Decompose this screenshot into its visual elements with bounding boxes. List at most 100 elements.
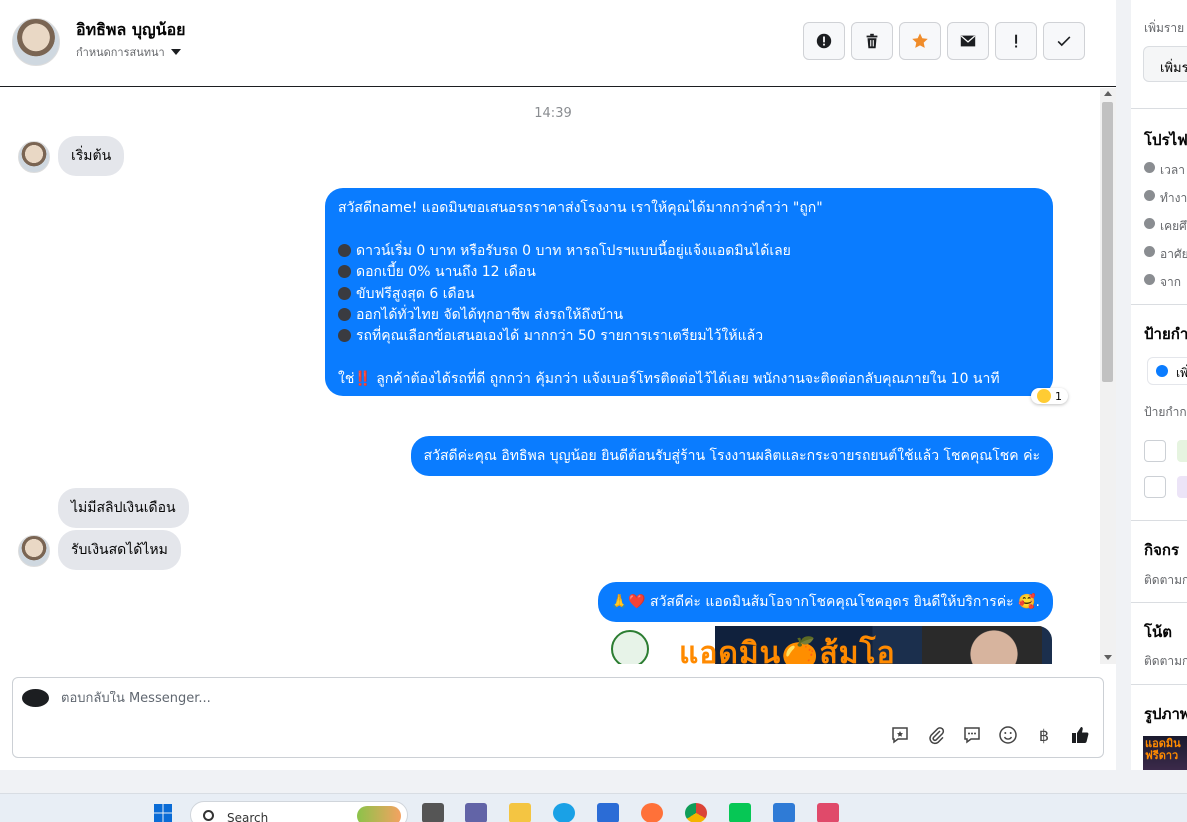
star-button[interactable] bbox=[899, 22, 941, 60]
alert-circle-icon bbox=[816, 33, 832, 49]
caret-down-icon bbox=[170, 49, 181, 55]
outgoing-welcome-message[interactable]: สวัสดีค่ะคุณ อิทธิพล บุญน้อย ยินดีต้อนรั… bbox=[410, 436, 1053, 476]
file-explorer-icon[interactable] bbox=[509, 803, 531, 822]
photo-thumbnail[interactable]: แอดมิน ฟรีดาว bbox=[1143, 736, 1187, 770]
saved-reply-icon bbox=[892, 727, 908, 744]
laughing-emoji-icon bbox=[1037, 389, 1051, 403]
incoming-message[interactable]: ไม่มีสลิปเงินเดือน bbox=[58, 488, 189, 528]
incoming-message[interactable]: รับเงินสดได้ไหม bbox=[58, 530, 181, 570]
chat-bubble-icon bbox=[964, 727, 980, 744]
outgoing-admin-message[interactable]: 🙏❤️ สวัสดีค่ะ แอดมินส้มโอจากโชคคุณโชคอุด… bbox=[597, 582, 1053, 622]
incoming-message[interactable]: เริ่มต้น bbox=[58, 136, 125, 176]
promo-line-closing: ใช่‼️ ลูกค้าต้องได้รถที่ดี ถูกกว่า คุ้มก… bbox=[338, 371, 1000, 388]
store-icon[interactable] bbox=[597, 803, 619, 822]
promo-bullet: รถที่คุณเลือกข้อเสนอเองได้ มากกว่า 50 รา… bbox=[338, 326, 1040, 347]
conversation-header: อิทธิพล บุญน้อย กำหนดการสนทนา bbox=[0, 0, 1116, 87]
notepad-icon[interactable] bbox=[773, 803, 795, 822]
scroll-down-arrow-icon[interactable] bbox=[1104, 655, 1112, 660]
chrome-icon[interactable] bbox=[685, 803, 707, 822]
activities-heading: กิจกร bbox=[1144, 541, 1180, 559]
emoji-button[interactable] bbox=[997, 724, 1019, 746]
photos-heading: รูปภาพ bbox=[1144, 705, 1187, 723]
profile-row: อาศัย bbox=[1160, 247, 1187, 261]
smiling-hearts-emoji-icon: 🥰. bbox=[1018, 594, 1040, 610]
edge-icon[interactable] bbox=[553, 803, 575, 822]
conversation-schedule-dropdown[interactable]: กำหนดการสนทนา bbox=[76, 43, 181, 61]
contact-avatar-small[interactable] bbox=[18, 141, 50, 173]
label-chip[interactable] bbox=[1177, 476, 1187, 498]
emoji-icon bbox=[999, 726, 1017, 744]
photo-thumbnail-text: แอดมิน ฟรีดาว bbox=[1145, 737, 1181, 762]
message-list[interactable]: 14:39 เริ่มต้น สวัสดีname! แอดมินขอเสนอร… bbox=[0, 88, 1100, 664]
done-button[interactable] bbox=[1043, 22, 1085, 60]
labels-subtext: ป้ายกำก bbox=[1144, 405, 1187, 419]
snipping-tool-icon[interactable] bbox=[817, 803, 839, 822]
check-icon bbox=[1057, 36, 1071, 47]
windows-start-icon[interactable] bbox=[152, 803, 174, 822]
mark-unread-button[interactable] bbox=[947, 22, 989, 60]
promo-bullet: ออกได้ทั่วไทย จัดได้ทุกอาชีพ ส่งรถให้ถึง… bbox=[338, 305, 1040, 326]
message-reaction[interactable]: 1 bbox=[1031, 388, 1068, 404]
taskbar-search[interactable]: Search bbox=[190, 801, 408, 822]
chat-bubble-button[interactable] bbox=[961, 724, 983, 746]
label-checkbox[interactable] bbox=[1144, 440, 1166, 462]
notes-subtext: ติดตามก bbox=[1144, 654, 1187, 668]
contact-avatar[interactable] bbox=[12, 18, 60, 66]
envelope-icon bbox=[960, 35, 976, 47]
add-label-text: เพิ่มราย bbox=[1144, 21, 1185, 35]
promo-image-attachment[interactable]: แอดมิน🍊ส้มโอ bbox=[603, 626, 1052, 664]
outgoing-promo-message[interactable]: สวัสดีname! แอดมินขอเสนอรถราคาส่งโรงงาน … bbox=[325, 188, 1053, 396]
promo-image-text: แอดมิน🍊ส้มโอ bbox=[679, 636, 896, 664]
baht-icon: ฿ bbox=[1038, 725, 1050, 745]
like-button[interactable] bbox=[1069, 724, 1091, 746]
attach-button[interactable] bbox=[925, 724, 947, 746]
promo-line-intro: สวัสดีname! แอดมินขอเสนอรถราคาส่งโรงงาน … bbox=[338, 200, 823, 216]
dealer-logo bbox=[611, 630, 649, 664]
page-avatar bbox=[22, 689, 49, 707]
composer-toolbar: ฿ bbox=[889, 724, 1091, 746]
contact-avatar-small[interactable] bbox=[18, 535, 50, 567]
taskbar-search-label: Search bbox=[227, 811, 269, 822]
chat-panel: อิทธิพล บุญน้อย กำหนดการสนทนา 14:39 เริ่… bbox=[0, 0, 1116, 770]
car-emoji-icon bbox=[338, 329, 351, 343]
exclamation-icon bbox=[1015, 34, 1018, 48]
message-scrollbar[interactable] bbox=[1100, 88, 1116, 664]
reaction-count: 1 bbox=[1055, 389, 1062, 403]
payment-button[interactable]: ฿ bbox=[1033, 724, 1055, 746]
reply-input[interactable] bbox=[61, 691, 961, 706]
firefox-icon[interactable] bbox=[641, 803, 663, 822]
add-button[interactable]: เพิ่มร bbox=[1143, 46, 1187, 82]
follow-up-button[interactable] bbox=[995, 22, 1037, 60]
spam-button[interactable] bbox=[803, 22, 845, 60]
line-icon[interactable] bbox=[729, 803, 751, 822]
delete-button[interactable] bbox=[851, 22, 893, 60]
promo-bullet: ดาวน์เริ่ม 0 บาท หรือรับรถ 0 บาท หารถโปร… bbox=[338, 241, 1040, 262]
reply-composer: ฿ bbox=[12, 677, 1104, 758]
car-emoji-icon bbox=[338, 243, 351, 257]
location-pin-icon bbox=[1144, 246, 1155, 257]
notes-heading: โน้ต bbox=[1144, 623, 1173, 641]
label-chip[interactable] bbox=[1177, 440, 1187, 462]
saved-reply-button[interactable] bbox=[889, 724, 911, 746]
profile-heading: โปรไฟ bbox=[1144, 131, 1187, 149]
scroll-thumb[interactable] bbox=[1102, 102, 1113, 382]
double-exclamation-icon: ‼️ bbox=[354, 371, 372, 388]
contact-name[interactable]: อิทธิพล บุญน้อย bbox=[76, 18, 186, 43]
promo-bullet: ดอกเบี้ย 0% นานถึง 12 เดือน bbox=[338, 262, 1040, 283]
promo-photo bbox=[922, 626, 1042, 664]
labels-heading: ป้ายกำ bbox=[1144, 325, 1187, 343]
profile-row: ทำงา bbox=[1160, 191, 1187, 205]
header-actions bbox=[803, 22, 1085, 60]
contact-details-panel: เพิ่มราย เพิ่มร โปรไฟ เวลา ทำงา เคยศึ อา… bbox=[1131, 0, 1187, 770]
car-emoji-icon bbox=[338, 307, 351, 321]
briefcase-icon bbox=[1144, 190, 1155, 201]
label-checkbox[interactable] bbox=[1144, 476, 1166, 498]
profile-row: เคยศึ bbox=[1160, 219, 1187, 233]
car-emoji-icon bbox=[338, 265, 351, 279]
teams-icon[interactable] bbox=[465, 803, 487, 822]
add-label-button[interactable]: เพิ่ bbox=[1147, 357, 1187, 385]
search-icon bbox=[203, 810, 214, 821]
task-view-icon[interactable] bbox=[422, 803, 444, 822]
conversation-schedule-label: กำหนดการสนทนา bbox=[76, 46, 165, 59]
scroll-up-arrow-icon[interactable] bbox=[1104, 91, 1112, 96]
